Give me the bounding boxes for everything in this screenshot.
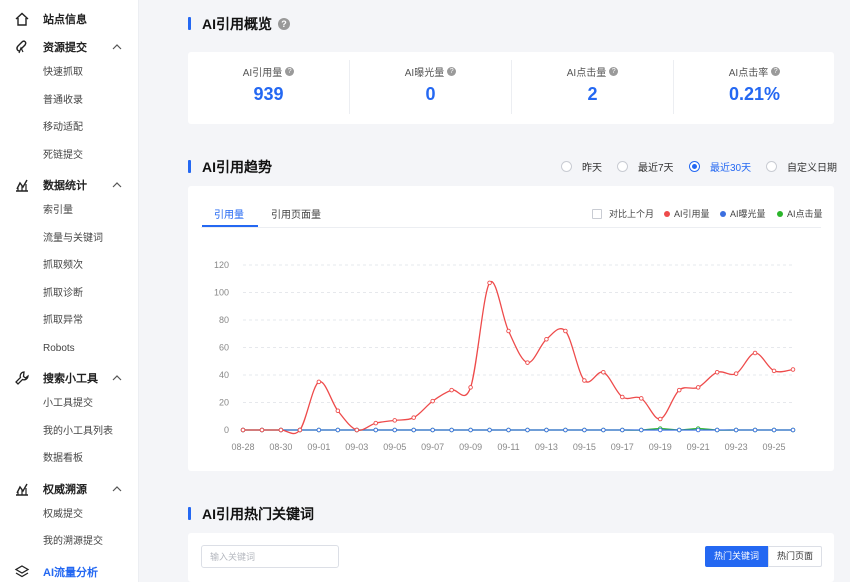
section-accent-bar (188, 507, 191, 520)
data-point (601, 370, 606, 375)
data-point (392, 418, 397, 423)
x-tick-label: 09-01 (307, 442, 330, 452)
data-point (430, 398, 435, 404)
data-point (449, 427, 454, 433)
trend-line-chart[interactable]: 0 20 40 60 80 100 120 08-28 08-30 09-01 09-03 09-05… (0, 0, 850, 582)
series-line (243, 280, 794, 435)
data-point (733, 427, 739, 433)
data-point (544, 427, 549, 433)
data-point (411, 415, 416, 420)
keywords-title: AI引用热门关键词 (202, 504, 314, 524)
x-tick-label: 09-23 (725, 442, 748, 452)
data-point (790, 367, 796, 372)
data-point (430, 427, 435, 433)
x-tick-label: 09-11 (497, 442, 519, 452)
data-point (335, 408, 341, 414)
x-tick-label: 09-03 (345, 442, 368, 452)
x-tick-label: 09-25 (763, 442, 786, 452)
data-point (506, 427, 511, 433)
data-point (582, 378, 587, 383)
data-point (771, 368, 777, 374)
app-root: 站点信息 资源提交 快速抓取 普通收录 移动适配 死链提交 数据统计 索引量 流… (0, 0, 850, 582)
y-tick-label: 40 (219, 370, 229, 380)
x-tick-label: 09-09 (459, 442, 482, 452)
x-tick-label: 08-28 (231, 442, 254, 452)
data-point (278, 427, 284, 433)
data-point (468, 385, 473, 390)
data-point (790, 427, 796, 433)
data-point (639, 396, 644, 401)
data-point (373, 420, 379, 426)
data-point (525, 360, 530, 365)
data-point (506, 328, 511, 334)
data-point (695, 427, 701, 433)
data-point (487, 280, 492, 286)
data-point (487, 427, 492, 433)
data-point (582, 427, 587, 433)
data-point (676, 427, 682, 433)
data-point (335, 427, 341, 433)
data-point (676, 387, 682, 393)
y-tick-label: 80 (219, 315, 229, 325)
toggle-hot-keywords[interactable]: 热门关键词 (705, 546, 768, 567)
data-point (714, 370, 720, 375)
x-tick-label: 09-05 (383, 442, 406, 452)
data-point (468, 427, 473, 433)
data-point (449, 387, 454, 393)
x-tick-label: 09-17 (611, 442, 634, 452)
data-point (563, 427, 568, 433)
data-point (544, 337, 549, 342)
data-point (525, 427, 530, 433)
data-point (411, 427, 416, 433)
data-point (733, 371, 739, 376)
data-point (657, 427, 663, 433)
x-tick-label: 09-19 (649, 442, 672, 452)
data-point (259, 427, 265, 433)
data-point (752, 350, 758, 356)
toggle-hot-pages[interactable]: 热门页面 (768, 546, 822, 567)
keyword-search-input[interactable] (201, 545, 339, 568)
x-tick-label: 09-07 (421, 442, 444, 452)
y-tick-label: 0 (224, 425, 229, 435)
data-point (316, 379, 322, 385)
data-point (752, 427, 758, 433)
x-tick-label: 09-13 (535, 442, 558, 452)
x-tick-label: 09-15 (573, 442, 596, 452)
y-tick-label: 60 (219, 343, 229, 353)
data-point (620, 394, 625, 400)
data-point (771, 427, 777, 433)
x-tick-label: 08-30 (269, 442, 292, 452)
data-point (297, 427, 303, 433)
y-tick-label: 100 (214, 288, 229, 298)
data-point (373, 427, 379, 433)
data-point (316, 427, 322, 433)
data-point (657, 416, 663, 422)
data-point (392, 427, 397, 433)
y-tick-label: 120 (214, 260, 229, 270)
data-point (240, 427, 246, 433)
keywords-title-text: AI引用热门关键词 (202, 506, 314, 522)
data-point (714, 427, 720, 433)
data-point (639, 427, 644, 433)
x-tick-label: 09-21 (687, 442, 710, 452)
data-point (695, 385, 701, 390)
y-tick-label: 20 (219, 398, 229, 408)
data-point (354, 427, 360, 433)
data-point (563, 328, 568, 334)
data-point (620, 427, 625, 433)
data-point (601, 427, 606, 433)
